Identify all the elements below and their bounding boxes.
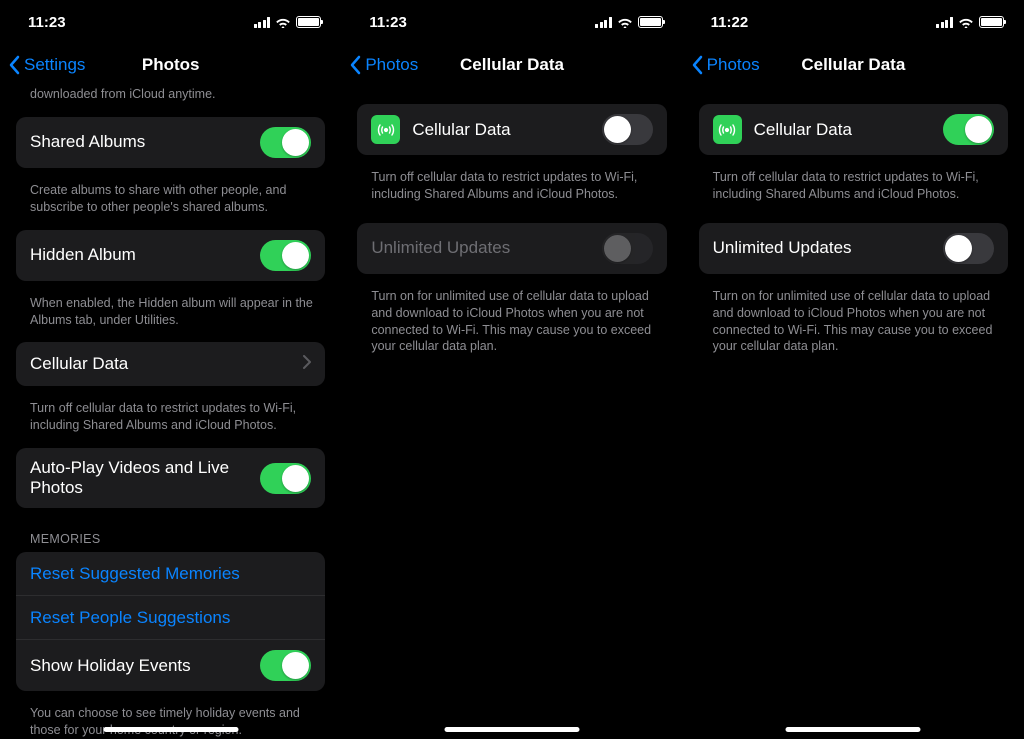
screenshot-photos-settings: 11:23 Settings Photos downloaded from iC… <box>0 0 341 739</box>
holiday-footer: You can choose to see timely holiday eve… <box>0 699 341 739</box>
cellular-data-footer: Turn off cellular data to restrict updat… <box>0 394 341 448</box>
holiday-label: Show Holiday Events <box>30 656 260 676</box>
autoplay-toggle[interactable] <box>260 463 311 494</box>
shared-albums-footer: Create albums to share with other people… <box>0 176 341 230</box>
status-bar: 11:23 <box>0 0 341 44</box>
back-button[interactable]: Photos <box>349 55 418 75</box>
antenna-icon <box>713 115 742 144</box>
back-button[interactable]: Settings <box>8 55 85 75</box>
shared-albums-row[interactable]: Shared Albums <box>16 117 325 168</box>
cellular-data-footer: Turn off cellular data to restrict updat… <box>683 163 1024 223</box>
page-title: Cellular Data <box>460 55 564 75</box>
shared-albums-label: Shared Albums <box>30 132 260 152</box>
autoplay-label: Auto-Play Videos and Live Photos <box>30 458 260 498</box>
hidden-album-row[interactable]: Hidden Album <box>16 230 325 281</box>
settings-content: downloaded from iCloud anytime. Shared A… <box>0 86 341 739</box>
shared-albums-toggle[interactable] <box>260 127 311 158</box>
back-label: Settings <box>24 55 85 75</box>
memories-header: MEMORIES <box>0 516 341 552</box>
cellular-data-toggle[interactable] <box>943 114 994 145</box>
cellular-data-label: Cellular Data <box>412 120 601 140</box>
wifi-icon <box>275 16 291 28</box>
hidden-album-toggle[interactable] <box>260 240 311 271</box>
nav-bar: Photos Cellular Data <box>683 44 1024 86</box>
hidden-album-label: Hidden Album <box>30 245 260 265</box>
back-button[interactable]: Photos <box>691 55 760 75</box>
status-time: 11:23 <box>369 14 407 31</box>
chevron-left-icon <box>691 55 703 75</box>
show-holiday-events-row[interactable]: Show Holiday Events <box>16 640 325 691</box>
back-label: Photos <box>707 55 760 75</box>
nav-bar: Settings Photos <box>0 44 341 86</box>
cellular-data-label: Cellular Data <box>754 120 943 140</box>
cellular-signal-icon <box>936 17 953 28</box>
battery-icon <box>979 16 1004 28</box>
cellular-signal-icon <box>595 17 612 28</box>
unlimited-updates-label: Unlimited Updates <box>371 238 601 258</box>
home-indicator[interactable] <box>786 727 921 732</box>
unlimited-updates-footer: Turn on for unlimited use of cellular da… <box>683 282 1024 376</box>
reset-suggested-memories[interactable]: Reset Suggested Memories <box>16 552 325 596</box>
page-title: Cellular Data <box>801 55 905 75</box>
unlimited-updates-row: Unlimited Updates <box>357 223 666 274</box>
unlimited-updates-footer: Turn on for unlimited use of cellular da… <box>341 282 682 376</box>
reset-people-suggestions[interactable]: Reset People Suggestions <box>16 596 325 640</box>
cellular-data-footer: Turn off cellular data to restrict updat… <box>341 163 682 223</box>
chevron-left-icon <box>8 55 20 75</box>
wifi-icon <box>617 16 633 28</box>
home-indicator[interactable] <box>444 727 579 732</box>
back-label: Photos <box>365 55 418 75</box>
holiday-toggle[interactable] <box>260 650 311 681</box>
cellular-data-row[interactable]: Cellular Data <box>699 104 1008 155</box>
status-time: 11:23 <box>28 14 66 31</box>
antenna-icon <box>371 115 400 144</box>
autoplay-row[interactable]: Auto-Play Videos and Live Photos <box>16 448 325 508</box>
wifi-icon <box>958 16 974 28</box>
battery-icon <box>296 16 321 28</box>
cellular-signal-icon <box>254 17 271 28</box>
truncated-footer: downloaded from iCloud anytime. <box>0 86 341 117</box>
chevron-right-icon <box>303 354 311 374</box>
status-indicators <box>254 16 322 28</box>
cellular-data-toggle[interactable] <box>602 114 653 145</box>
status-bar: 11:23 <box>341 0 682 44</box>
nav-bar: Photos Cellular Data <box>341 44 682 86</box>
unlimited-updates-toggle[interactable] <box>943 233 994 264</box>
settings-content: Cellular Data Turn off cellular data to … <box>341 86 682 739</box>
status-indicators <box>936 16 1004 28</box>
unlimited-updates-toggle <box>602 233 653 264</box>
chevron-left-icon <box>349 55 361 75</box>
hidden-album-footer: When enabled, the Hidden album will appe… <box>0 289 341 343</box>
cellular-data-row[interactable]: Cellular Data <box>16 342 325 386</box>
home-indicator[interactable] <box>103 727 238 732</box>
status-time: 11:22 <box>711 14 749 31</box>
unlimited-updates-label: Unlimited Updates <box>713 238 943 258</box>
status-indicators <box>595 16 663 28</box>
cellular-data-row[interactable]: Cellular Data <box>357 104 666 155</box>
settings-content: Cellular Data Turn off cellular data to … <box>683 86 1024 739</box>
page-title: Photos <box>142 55 200 75</box>
screenshot-cellular-on: 11:22 Photos Cellular Data Cellular Data <box>683 0 1024 739</box>
status-bar: 11:22 <box>683 0 1024 44</box>
unlimited-updates-row[interactable]: Unlimited Updates <box>699 223 1008 274</box>
cellular-data-label: Cellular Data <box>30 354 303 374</box>
battery-icon <box>638 16 663 28</box>
screenshot-cellular-off: 11:23 Photos Cellular Data Cellular Data <box>341 0 682 739</box>
